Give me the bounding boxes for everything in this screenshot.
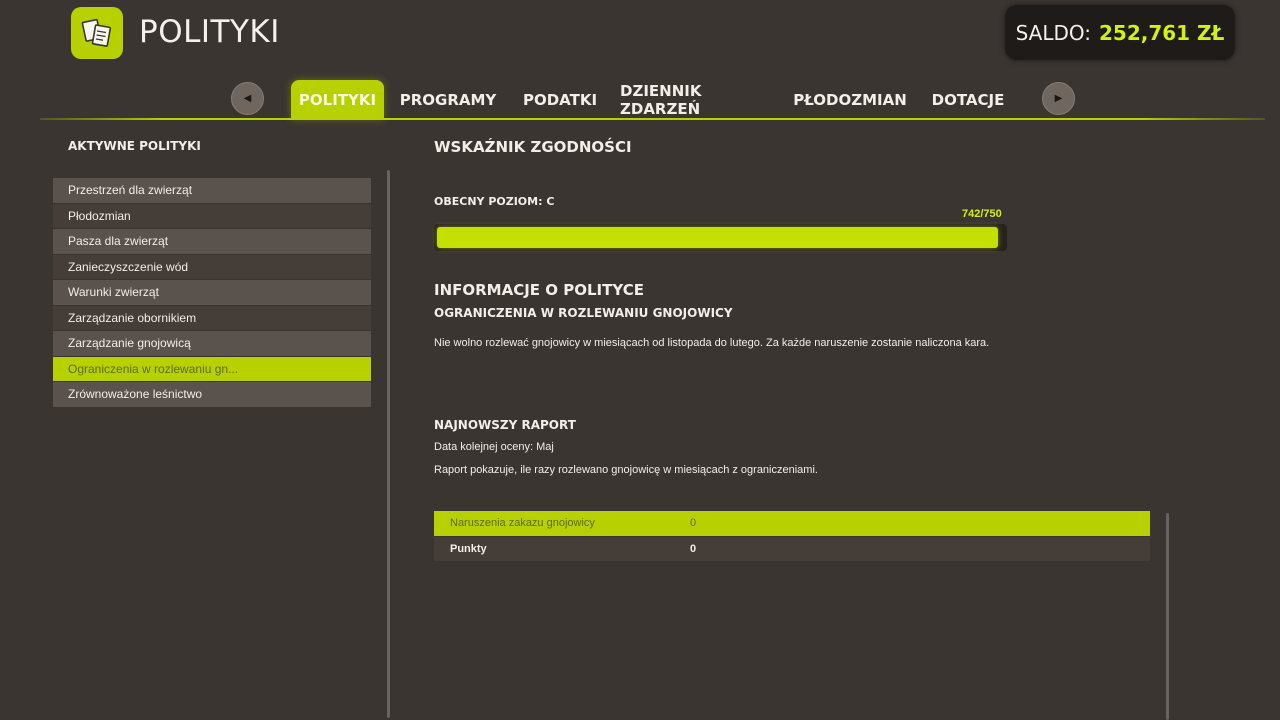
page-title: POLITYKI — [139, 14, 280, 50]
next-eval-date: Data kolejnej oceny: Maj — [434, 441, 554, 453]
compliance-level: OBECNY POZIOM: C — [434, 195, 555, 208]
progress-text: 742/750 — [962, 208, 1002, 220]
policy-item-warunki[interactable]: Warunki zwierząt — [53, 280, 371, 306]
nav-divider — [40, 118, 1265, 120]
tab-programy[interactable]: PROGRAMY — [396, 80, 500, 119]
policy-description: Nie wolno rozlewać gnojowicy w miesiącac… — [434, 337, 990, 349]
report-row-value: 0 — [690, 542, 697, 555]
documents-icon — [71, 7, 123, 59]
arrow-left-icon[interactable]: ◀ — [231, 82, 264, 115]
report-row-value: 0 — [690, 517, 697, 530]
policy-item-zanieczyszczenie[interactable]: Zanieczyszczenie wód — [53, 254, 371, 280]
policy-item-gnojowica[interactable]: Zarządzanie gnojowicą — [53, 331, 371, 357]
report-heading: NAJNOWSZY RAPORT — [434, 418, 576, 432]
policy-item-lesnictwo[interactable]: Zrównoważone leśnictwo — [53, 382, 371, 408]
balance-label: SALDO: — [1015, 20, 1091, 45]
report-scrollbar[interactable] — [1166, 513, 1169, 720]
policy-item-ograniczenia[interactable]: Ograniczenia w rozlewaniu gn... — [53, 356, 371, 382]
policy-item-przestrzen[interactable]: Przestrzeń dla zwierząt — [53, 178, 371, 204]
sidebar-scrollbar[interactable] — [387, 170, 390, 718]
policy-info-heading: INFORMACJE O POLITYCE — [434, 281, 644, 299]
progress-fill — [437, 227, 998, 248]
report-table: Naruszenia zakazu gnojowicy 0 Punkty 0 — [434, 511, 1150, 562]
report-description: Raport pokazuje, ile razy rozlewano gnoj… — [434, 464, 818, 476]
policy-item-plodozmian[interactable]: Płodozmian — [53, 203, 371, 229]
tab-podatki[interactable]: PODATKI — [516, 80, 604, 119]
table-row[interactable]: Naruszenia zakazu gnojowicy 0 — [434, 511, 1150, 537]
sidebar-heading: AKTYWNE POLITYKI — [68, 139, 201, 153]
balance-box: SALDO: 252,761 ZŁ — [1005, 5, 1235, 60]
policy-item-obornik[interactable]: Zarządzanie obornikiem — [53, 305, 371, 331]
arrow-right-icon[interactable]: ▶ — [1042, 82, 1075, 115]
balance-value: 252,761 ZŁ — [1099, 20, 1225, 45]
tab-dotacje[interactable]: DOTACJE — [925, 80, 1011, 119]
tab-plodozmian[interactable]: PŁODOZMIAN — [792, 80, 908, 119]
report-row-label: Punkty — [450, 542, 487, 555]
report-row-label: Naruszenia zakazu gnojowicy — [450, 517, 595, 530]
compliance-heading: WSKAŹNIK ZGODNOŚCI — [434, 138, 632, 156]
tab-dziennik-zdarzen[interactable]: DZIENNIK ZDARZEŃ — [620, 80, 774, 119]
policy-item-pasza[interactable]: Pasza dla zwierząt — [53, 229, 371, 255]
table-row[interactable]: Punkty 0 — [434, 536, 1150, 562]
tab-polityki[interactable]: POLITYKI — [291, 80, 384, 119]
policy-name: OGRANICZENIA W ROZLEWANIU GNOJOWICY — [434, 306, 733, 320]
compliance-progress-bar — [434, 224, 1007, 251]
policy-list: Przestrzeń dla zwierząt Płodozmian Pasza… — [53, 178, 371, 408]
